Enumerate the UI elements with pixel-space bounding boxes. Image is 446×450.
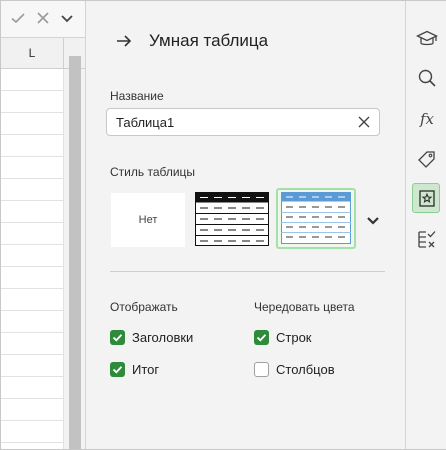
- checkbox-unchecked-icon[interactable]: [254, 361, 269, 377]
- checkbox-headers[interactable]: Заголовки: [110, 328, 193, 346]
- checkbox-label: Строк: [276, 329, 312, 345]
- search-icon[interactable]: [416, 67, 438, 89]
- smart-table-icon[interactable]: [416, 187, 438, 209]
- function-icon[interactable]: fx: [416, 108, 438, 130]
- arrow-right-icon[interactable]: [114, 31, 134, 51]
- check-icon[interactable]: [10, 10, 26, 26]
- checkbox-label: Столбцов: [276, 361, 335, 377]
- checkbox-label: Итог: [132, 361, 160, 377]
- style-option-none[interactable]: Нет: [111, 193, 185, 247]
- right-sidebar: fx: [405, 1, 446, 449]
- sheet-rows[interactable]: [1, 69, 64, 449]
- checkbox-columns[interactable]: Столбцов: [254, 360, 335, 378]
- checkbox-checked-icon[interactable]: [254, 329, 269, 345]
- style-option-black[interactable]: [195, 192, 269, 246]
- checkbox-checked-icon[interactable]: [110, 329, 125, 345]
- checkbox-rows[interactable]: Строк: [254, 328, 312, 346]
- divider: [110, 271, 385, 272]
- panel-title: Умная таблица: [149, 31, 269, 50]
- close-icon[interactable]: [356, 114, 372, 130]
- validation-icon[interactable]: [416, 227, 438, 249]
- spreadsheet-area: L: [1, 1, 86, 449]
- display-label: Отображать: [110, 300, 178, 314]
- column-header-l[interactable]: L: [1, 38, 64, 68]
- checkbox-total[interactable]: Итог: [110, 360, 159, 378]
- table-style-label: Стиль таблицы: [110, 165, 196, 179]
- style-option-blue[interactable]: [276, 188, 356, 249]
- close-icon[interactable]: [35, 10, 51, 26]
- window-frame: L Умная таблица Название Стиль таблицы Н…: [0, 0, 446, 450]
- name-label: Название: [110, 89, 164, 103]
- tag-icon[interactable]: [416, 148, 438, 170]
- smart-table-panel: Умная таблица Название Стиль таблицы Нет: [86, 1, 405, 449]
- formula-bar: [1, 1, 85, 38]
- table-name-input[interactable]: [106, 108, 380, 136]
- graduation-cap-icon[interactable]: [416, 28, 438, 50]
- chevron-down-icon[interactable]: [59, 10, 75, 26]
- chevron-down-icon[interactable]: [365, 212, 381, 228]
- checkbox-label: Заголовки: [132, 329, 194, 345]
- scrollbar-thumb[interactable]: [69, 56, 81, 449]
- checkbox-checked-icon[interactable]: [110, 361, 125, 377]
- alternate-colors-label: Чередовать цвета: [254, 300, 355, 314]
